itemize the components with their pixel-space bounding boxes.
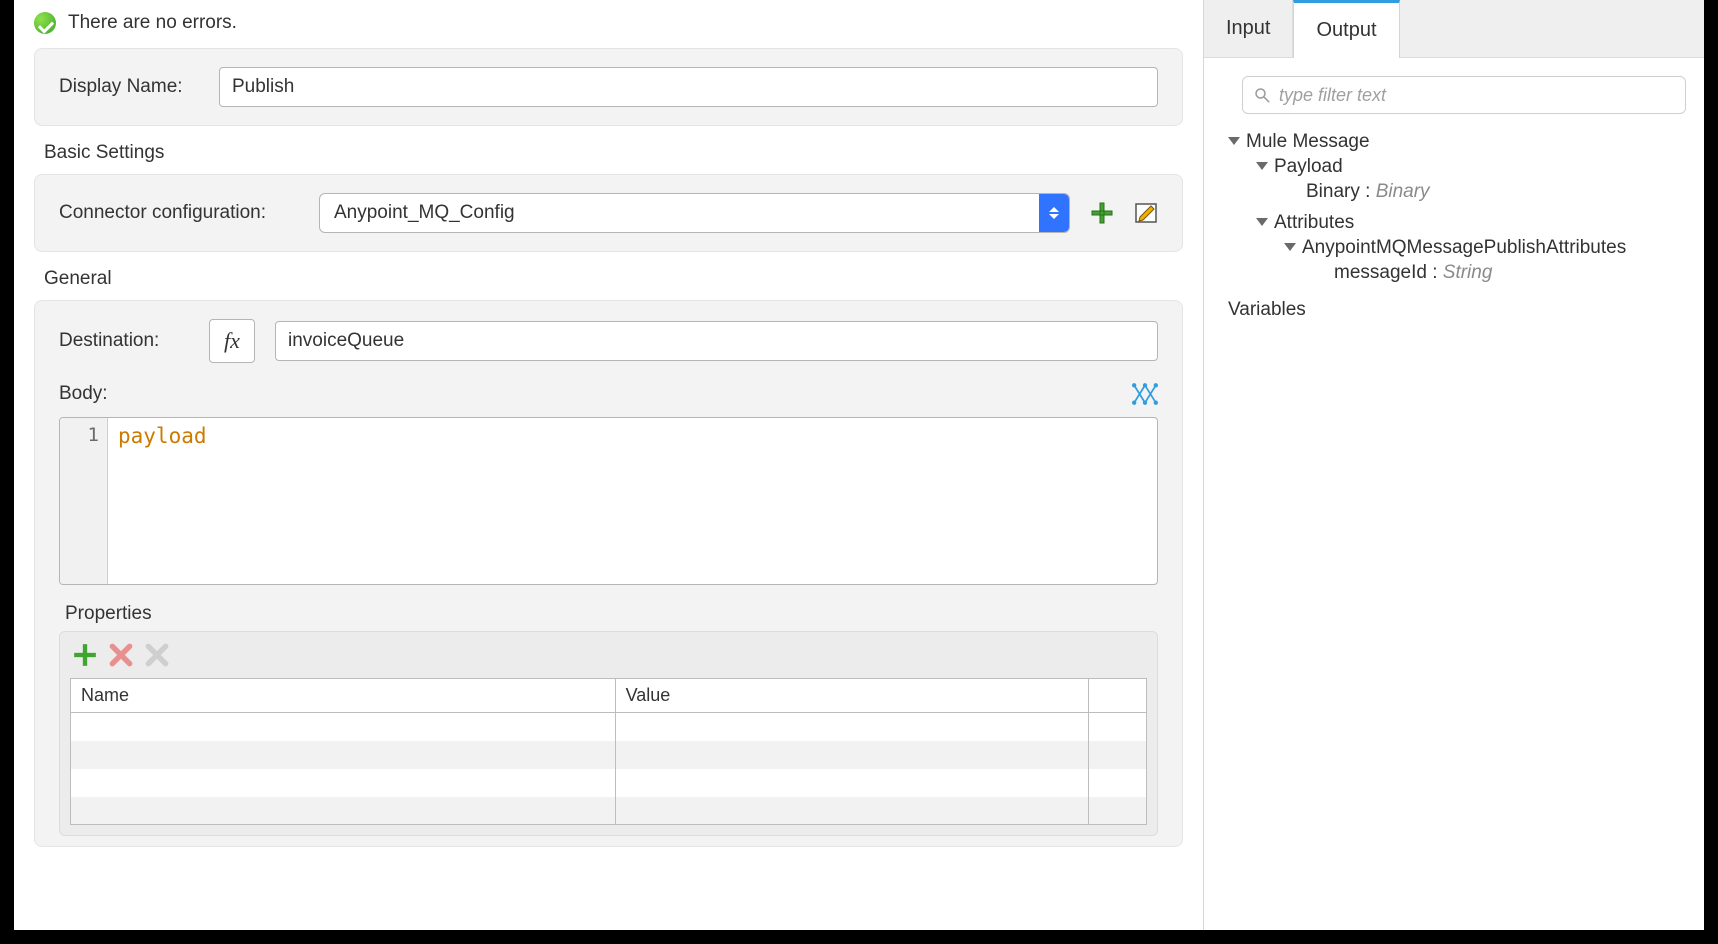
metadata-panel: Input Output Mule Message Payload Binary…	[1204, 0, 1704, 930]
display-name-input[interactable]	[219, 67, 1158, 107]
config-panel: There are no errors. Display Name: Basic…	[14, 0, 1204, 930]
remove-property-disabled-button	[144, 642, 170, 668]
body-content[interactable]: payload	[108, 418, 1157, 584]
remove-property-button[interactable]	[108, 642, 134, 668]
line-number: 1	[60, 424, 99, 446]
basic-settings-section: Connector configuration: Anypoint_MQ_Con…	[34, 174, 1183, 252]
tree-leaf-binary[interactable]: Binary : Binary	[1284, 178, 1694, 206]
io-tabs: Input Output	[1204, 0, 1704, 58]
expand-arrow-icon	[1256, 162, 1268, 170]
expand-arrow-icon	[1228, 137, 1240, 145]
tree-node-variables[interactable]: Variables	[1228, 296, 1694, 324]
tree-node-attributes[interactable]: Attributes AnypointMQMessagePublishAttri…	[1256, 209, 1694, 293]
tab-output[interactable]: Output	[1293, 0, 1399, 58]
col-spare-header	[1089, 679, 1147, 713]
tree-node-mule-message[interactable]: Mule Message Payload Binary : Binary Att…	[1228, 128, 1694, 296]
filter-input[interactable]	[1279, 85, 1675, 106]
validation-status: There are no errors.	[14, 4, 1203, 48]
add-property-button[interactable]	[72, 642, 98, 668]
general-section: Destination: fx Body: 1 payload Properti…	[34, 300, 1183, 847]
destination-input[interactable]	[275, 321, 1158, 361]
display-name-section: Display Name:	[34, 48, 1183, 126]
editor-gutter: 1	[60, 418, 108, 584]
tree-node-attr-class[interactable]: AnypointMQMessagePublishAttributes messa…	[1284, 234, 1694, 290]
display-name-label: Display Name:	[59, 76, 199, 98]
expand-arrow-icon	[1256, 218, 1268, 226]
add-config-button[interactable]	[1090, 201, 1114, 225]
fx-toggle-button[interactable]: fx	[209, 319, 255, 363]
table-row[interactable]	[71, 713, 1147, 741]
properties-table[interactable]: Name Value	[70, 678, 1147, 825]
dataweave-icon[interactable]	[1132, 381, 1158, 407]
validation-message: There are no errors.	[68, 12, 237, 34]
edit-config-button[interactable]	[1134, 201, 1158, 225]
tree-leaf-message-id[interactable]: messageId : String	[1312, 259, 1694, 287]
connector-config-label: Connector configuration:	[59, 202, 299, 224]
select-arrows-icon	[1039, 194, 1069, 232]
output-tree[interactable]: Mule Message Payload Binary : Binary Att…	[1204, 124, 1704, 324]
tab-input[interactable]: Input	[1204, 0, 1293, 57]
table-row[interactable]	[71, 769, 1147, 797]
tree-node-payload[interactable]: Payload Binary : Binary	[1256, 153, 1694, 209]
checkmark-icon	[34, 12, 56, 34]
col-value-header: Value	[615, 679, 1088, 713]
col-name-header: Name	[71, 679, 616, 713]
connector-config-value: Anypoint_MQ_Config	[320, 194, 1039, 232]
properties-heading: Properties	[65, 603, 1158, 625]
properties-box: Name Value	[59, 631, 1158, 836]
filter-container	[1242, 76, 1686, 114]
table-row[interactable]	[71, 797, 1147, 825]
body-label: Body:	[59, 383, 199, 405]
search-icon	[1253, 86, 1271, 104]
connector-config-select[interactable]: Anypoint_MQ_Config	[319, 193, 1070, 233]
destination-label: Destination:	[59, 330, 189, 352]
basic-settings-heading: Basic Settings	[44, 142, 1203, 164]
body-editor[interactable]: 1 payload	[59, 417, 1158, 585]
expand-arrow-icon	[1284, 243, 1296, 251]
properties-toolbar	[70, 640, 1147, 678]
table-row[interactable]	[71, 741, 1147, 769]
general-heading: General	[44, 268, 1203, 290]
